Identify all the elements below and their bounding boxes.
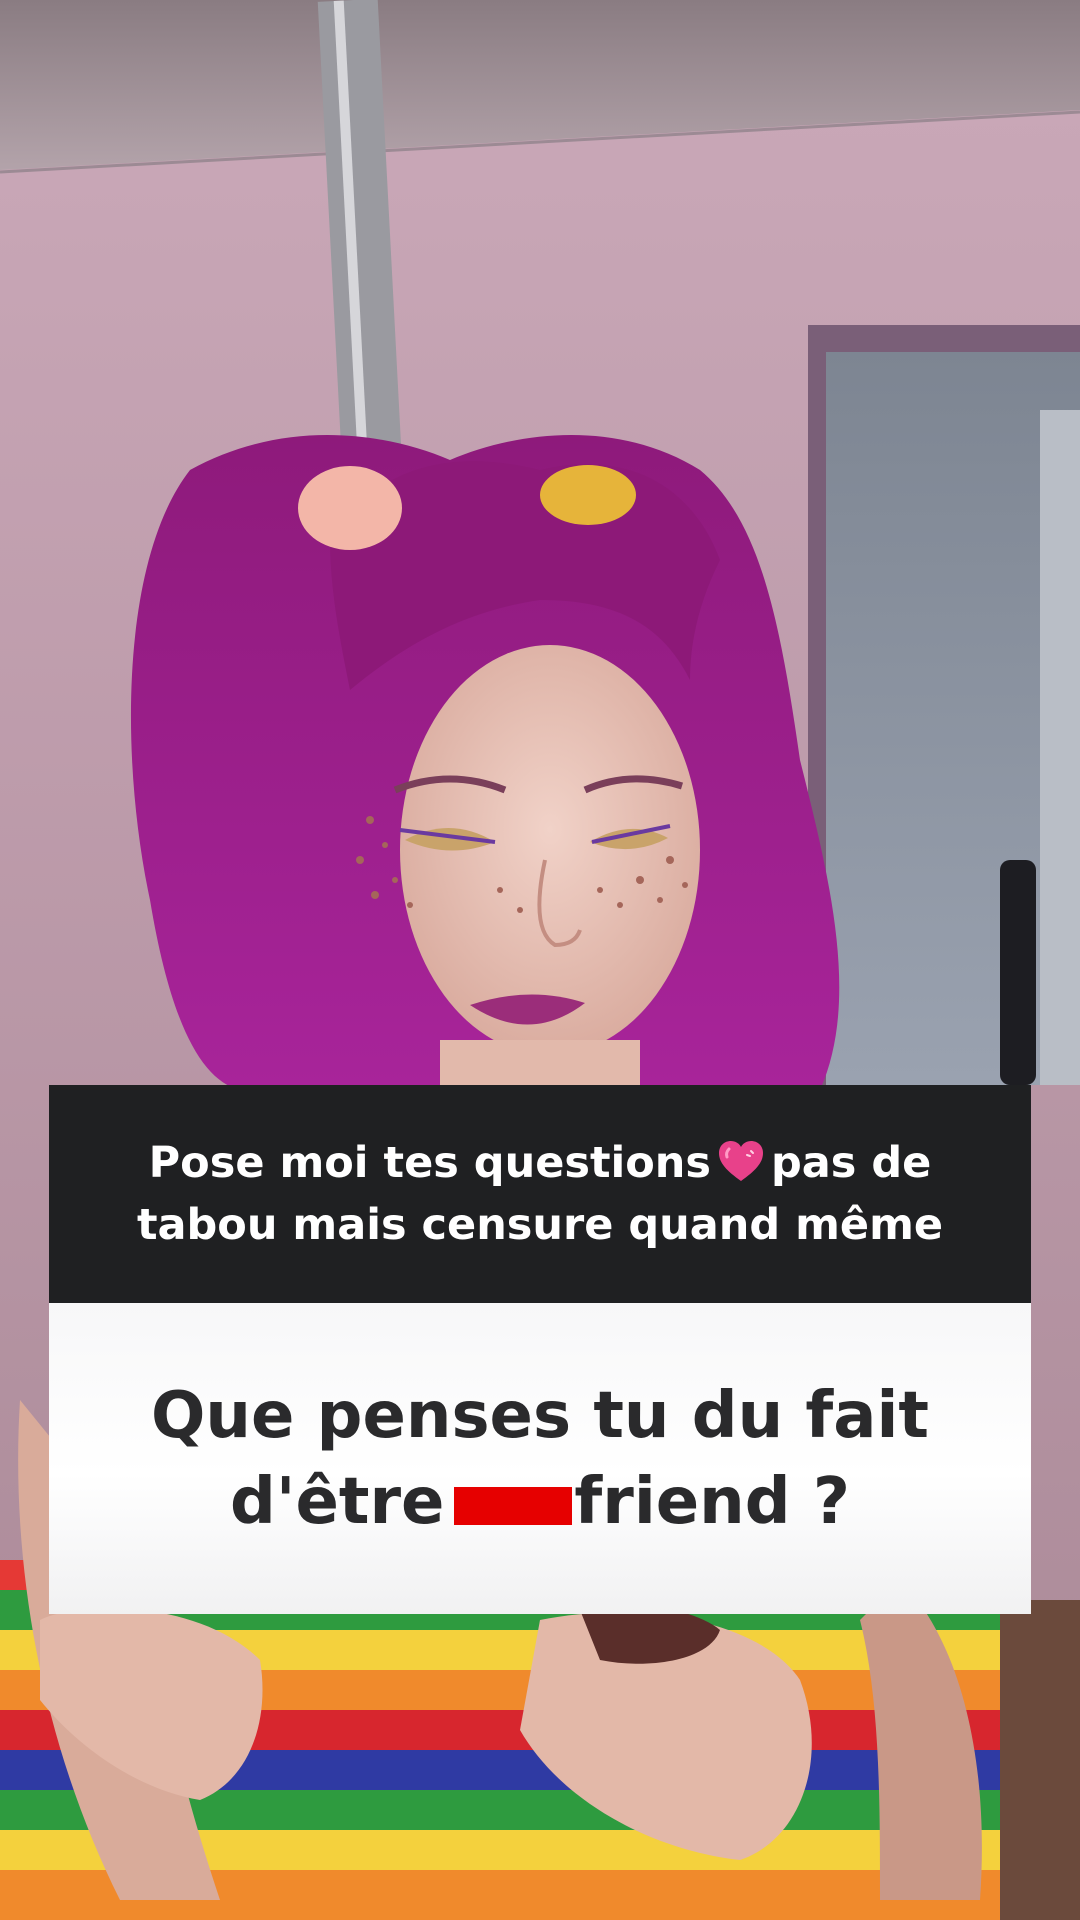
- question-sticker-header: Pose moi tes questions pas de tabou mais …: [49, 1085, 1031, 1303]
- question-text: Que penses tu du fait d'être friend ?: [90, 1373, 990, 1545]
- prompt-line-1: Pose moi tes questions pas de: [110, 1132, 970, 1194]
- prompt-text-a: Pose moi tes questions: [148, 1138, 711, 1188]
- redaction-bar: [454, 1486, 573, 1525]
- question-prompt: Pose moi tes questions pas de tabou mais …: [110, 1132, 970, 1256]
- question-sticker-body: Que penses tu du fait d'être friend ?: [49, 1303, 1031, 1614]
- question-text-a: d'être: [230, 1464, 445, 1539]
- prompt-line-2: tabou mais censure quand même: [136, 1200, 944, 1250]
- question-text-b: friend ?: [574, 1464, 850, 1539]
- background-photo: [0, 0, 1080, 1920]
- question-line-1: Que penses tu du fait: [151, 1378, 929, 1453]
- pink-heart-icon: [719, 1141, 763, 1181]
- question-line-2: d'être friend ?: [90, 1459, 990, 1545]
- question-sticker: Pose moi tes questions pas de tabou mais …: [49, 1085, 1031, 1614]
- prompt-text-b: pas de: [771, 1138, 932, 1188]
